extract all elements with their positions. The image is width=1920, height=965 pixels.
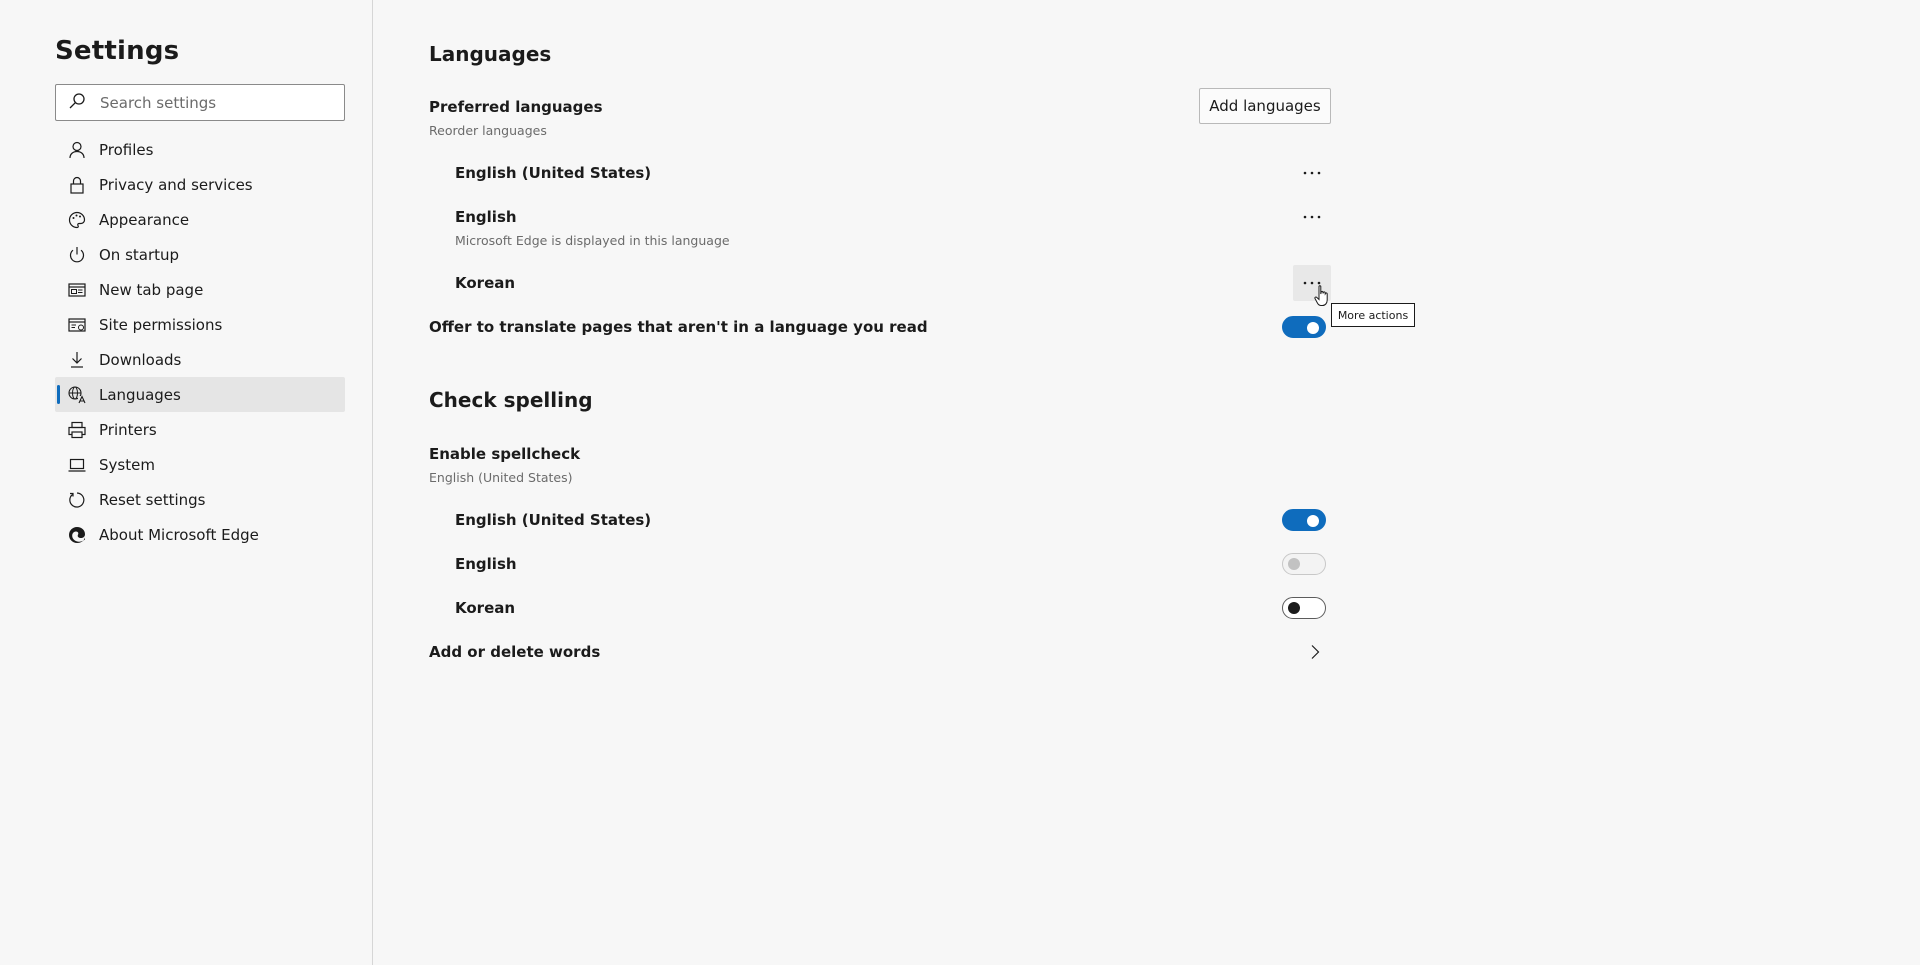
new-tab-icon <box>67 280 87 300</box>
spellcheck-toggle-korean[interactable] <box>1282 597 1326 619</box>
sidebar-item-label: Downloads <box>99 350 182 369</box>
sidebar-item-label: On startup <box>99 245 180 264</box>
sidebar-item-label: Languages <box>99 385 181 404</box>
spellcheck-toggle-english <box>1282 553 1326 575</box>
language-name: Korean <box>455 274 516 292</box>
language-name: English <box>455 208 517 226</box>
sidebar-item-label: System <box>99 455 155 474</box>
offer-translate-label: Offer to translate pages that aren't in … <box>429 318 928 336</box>
spellcheck-toggle-english-us[interactable] <box>1282 509 1326 531</box>
more-icon <box>1303 171 1321 175</box>
sidebar-item-appearance[interactable]: Appearance <box>55 202 345 237</box>
sidebar-item-languages[interactable]: Languages <box>55 377 345 412</box>
printer-icon <box>67 420 87 440</box>
sidebar-item-on-startup[interactable]: On startup <box>55 237 345 272</box>
hand-cursor-icon <box>1314 285 1328 306</box>
toggle-knob <box>1288 602 1300 614</box>
sidebar-item-reset-settings[interactable]: Reset settings <box>55 482 345 517</box>
sidebar-item-system[interactable]: System <box>55 447 345 482</box>
language-icon <box>67 385 87 405</box>
language-name: English (United States) <box>455 164 652 182</box>
palette-icon <box>67 210 87 230</box>
sidebar-item-label: Appearance <box>99 210 190 229</box>
spellcheck-language-name: Korean <box>455 599 516 617</box>
sidebar-item-label: Reset settings <box>99 490 206 509</box>
sidebar-title: Settings <box>55 36 180 66</box>
sidebar-item-label: Profiles <box>99 140 154 159</box>
languages-heading: Languages <box>429 42 552 66</box>
toggle-knob <box>1307 515 1319 527</box>
sidebar-item-label: About Microsoft Edge <box>99 525 259 544</box>
add-delete-words-row[interactable]: Add or delete words <box>429 643 1331 667</box>
reorder-languages-hint: Reorder languages <box>429 123 547 138</box>
site-permissions-icon <box>67 315 87 335</box>
laptop-icon <box>67 455 87 475</box>
sidebar-item-new-tab-page[interactable]: New tab page <box>55 272 345 307</box>
chevron-right-icon <box>1311 645 1320 659</box>
preferred-languages-title: Preferred languages <box>429 98 603 116</box>
edge-logo-icon <box>67 525 87 545</box>
toggle-knob <box>1307 322 1319 334</box>
sidebar-item-printers[interactable]: Printers <box>55 412 345 447</box>
more-icon <box>1303 215 1321 219</box>
add-languages-button[interactable]: Add languages <box>1199 88 1331 124</box>
sidebar-item-privacy[interactable]: Privacy and services <box>55 167 345 202</box>
main-content: Languages Preferred languages Reorder la… <box>429 0 1331 965</box>
person-icon <box>67 140 87 160</box>
language-note: Microsoft Edge is displayed in this lang… <box>455 233 730 248</box>
spellcheck-language-name: English (United States) <box>455 511 652 529</box>
offer-translate-toggle[interactable] <box>1282 316 1326 338</box>
sidebar-item-about[interactable]: About Microsoft Edge <box>55 517 345 552</box>
search-input[interactable] <box>100 93 340 112</box>
sidebar-nav: Profiles Privacy and services Appearance… <box>55 132 345 552</box>
lock-icon <box>67 175 87 195</box>
search-box[interactable] <box>55 84 345 121</box>
sidebar-item-downloads[interactable]: Downloads <box>55 342 345 377</box>
sidebar-item-profiles[interactable]: Profiles <box>55 132 345 167</box>
check-spelling-heading: Check spelling <box>429 388 593 412</box>
toggle-knob <box>1288 558 1300 570</box>
sidebar-item-site-permissions[interactable]: Site permissions <box>55 307 345 342</box>
more-actions-button[interactable] <box>1293 199 1331 235</box>
sidebar-item-label: Privacy and services <box>99 175 253 194</box>
sidebar: Settings Profiles Privacy and services <box>0 0 373 965</box>
enable-spellcheck-title: Enable spellcheck <box>429 445 581 463</box>
search-icon <box>68 92 86 114</box>
more-actions-button[interactable] <box>1293 155 1331 191</box>
enable-spellcheck-subtitle: English (United States) <box>429 470 573 485</box>
more-actions-tooltip: More actions <box>1331 303 1415 327</box>
settings-window: Settings Profiles Privacy and services <box>0 0 1920 965</box>
download-icon <box>67 350 87 370</box>
sidebar-item-label: New tab page <box>99 280 204 299</box>
sidebar-item-label: Printers <box>99 420 157 439</box>
add-delete-words-label: Add or delete words <box>429 643 601 661</box>
power-icon <box>67 245 87 265</box>
spellcheck-language-name: English <box>455 555 517 573</box>
sidebar-item-label: Site permissions <box>99 315 223 334</box>
reset-icon <box>67 490 87 510</box>
